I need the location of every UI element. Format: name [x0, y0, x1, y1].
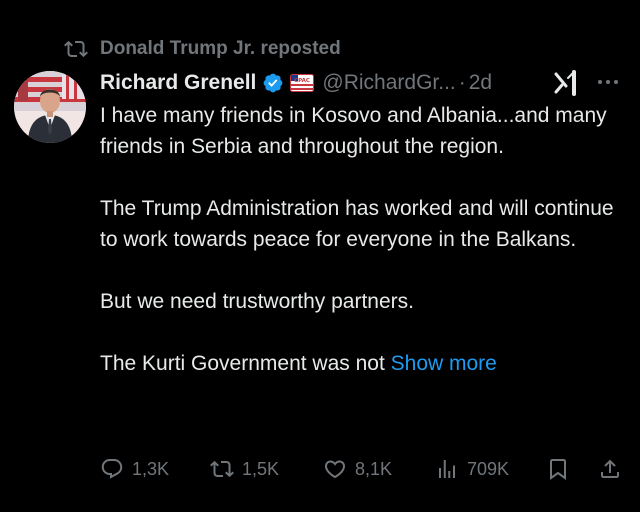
cpac-affiliation-icon[interactable]: CPAC — [290, 74, 315, 92]
tweet-paragraph: I have many friends in Kosovo and Albani… — [100, 104, 607, 158]
like-button[interactable]: 8,1K — [323, 452, 392, 486]
svg-text:CPAC: CPAC — [294, 78, 310, 84]
tweet-paragraph: The Trump Administration has worked and … — [100, 197, 614, 251]
tweet-text: I have many friends in Kosovo and Albani… — [100, 100, 630, 410]
tweet-header: Richard Grenell CPAC @RichardGr... · 2d — [100, 66, 626, 100]
grok-icon[interactable] — [552, 68, 582, 98]
share-icon — [601, 459, 619, 478]
repost-indicator[interactable]: Donald Trump Jr. reposted — [64, 36, 341, 62]
more-icon[interactable] — [594, 72, 622, 92]
repost-action-icon — [210, 460, 234, 478]
avatar[interactable] — [14, 71, 86, 143]
separator-dot: · — [458, 71, 466, 94]
heart-icon — [324, 460, 346, 479]
tweet-paragraph: But we need trustworthy partners. — [100, 290, 414, 313]
repost-text: Donald Trump Jr. reposted — [100, 38, 341, 59]
author-handle[interactable]: @RichardGr... — [322, 71, 455, 95]
bookmark-icon — [550, 459, 566, 480]
bookmark-button[interactable] — [546, 452, 570, 486]
reply-icon — [101, 459, 123, 479]
views-icon — [439, 460, 455, 478]
tweet-paragraph-text: The Kurti Government was not — [100, 352, 391, 375]
views-count: 709K — [467, 458, 510, 479]
repost-count: 1,5K — [242, 458, 280, 479]
views-button[interactable]: 709K — [435, 452, 509, 486]
action-bar: 1,3K 1,5K 8,1K 709K — [100, 452, 630, 486]
timestamp[interactable]: 2d — [469, 71, 492, 95]
reply-count: 1,3K — [132, 458, 170, 479]
share-button[interactable] — [598, 452, 622, 486]
author-name[interactable]: Richard Grenell — [100, 71, 256, 95]
like-count: 8,1K — [355, 458, 393, 479]
repost-icon — [64, 37, 88, 61]
show-more-link[interactable]: Show more — [391, 352, 497, 375]
verified-badge-icon[interactable] — [262, 72, 284, 94]
repost-button[interactable]: 1,5K — [210, 452, 279, 486]
tweet-paragraph-last: The Kurti Government was not Show more — [100, 348, 630, 379]
reply-button[interactable]: 1,3K — [100, 452, 169, 486]
